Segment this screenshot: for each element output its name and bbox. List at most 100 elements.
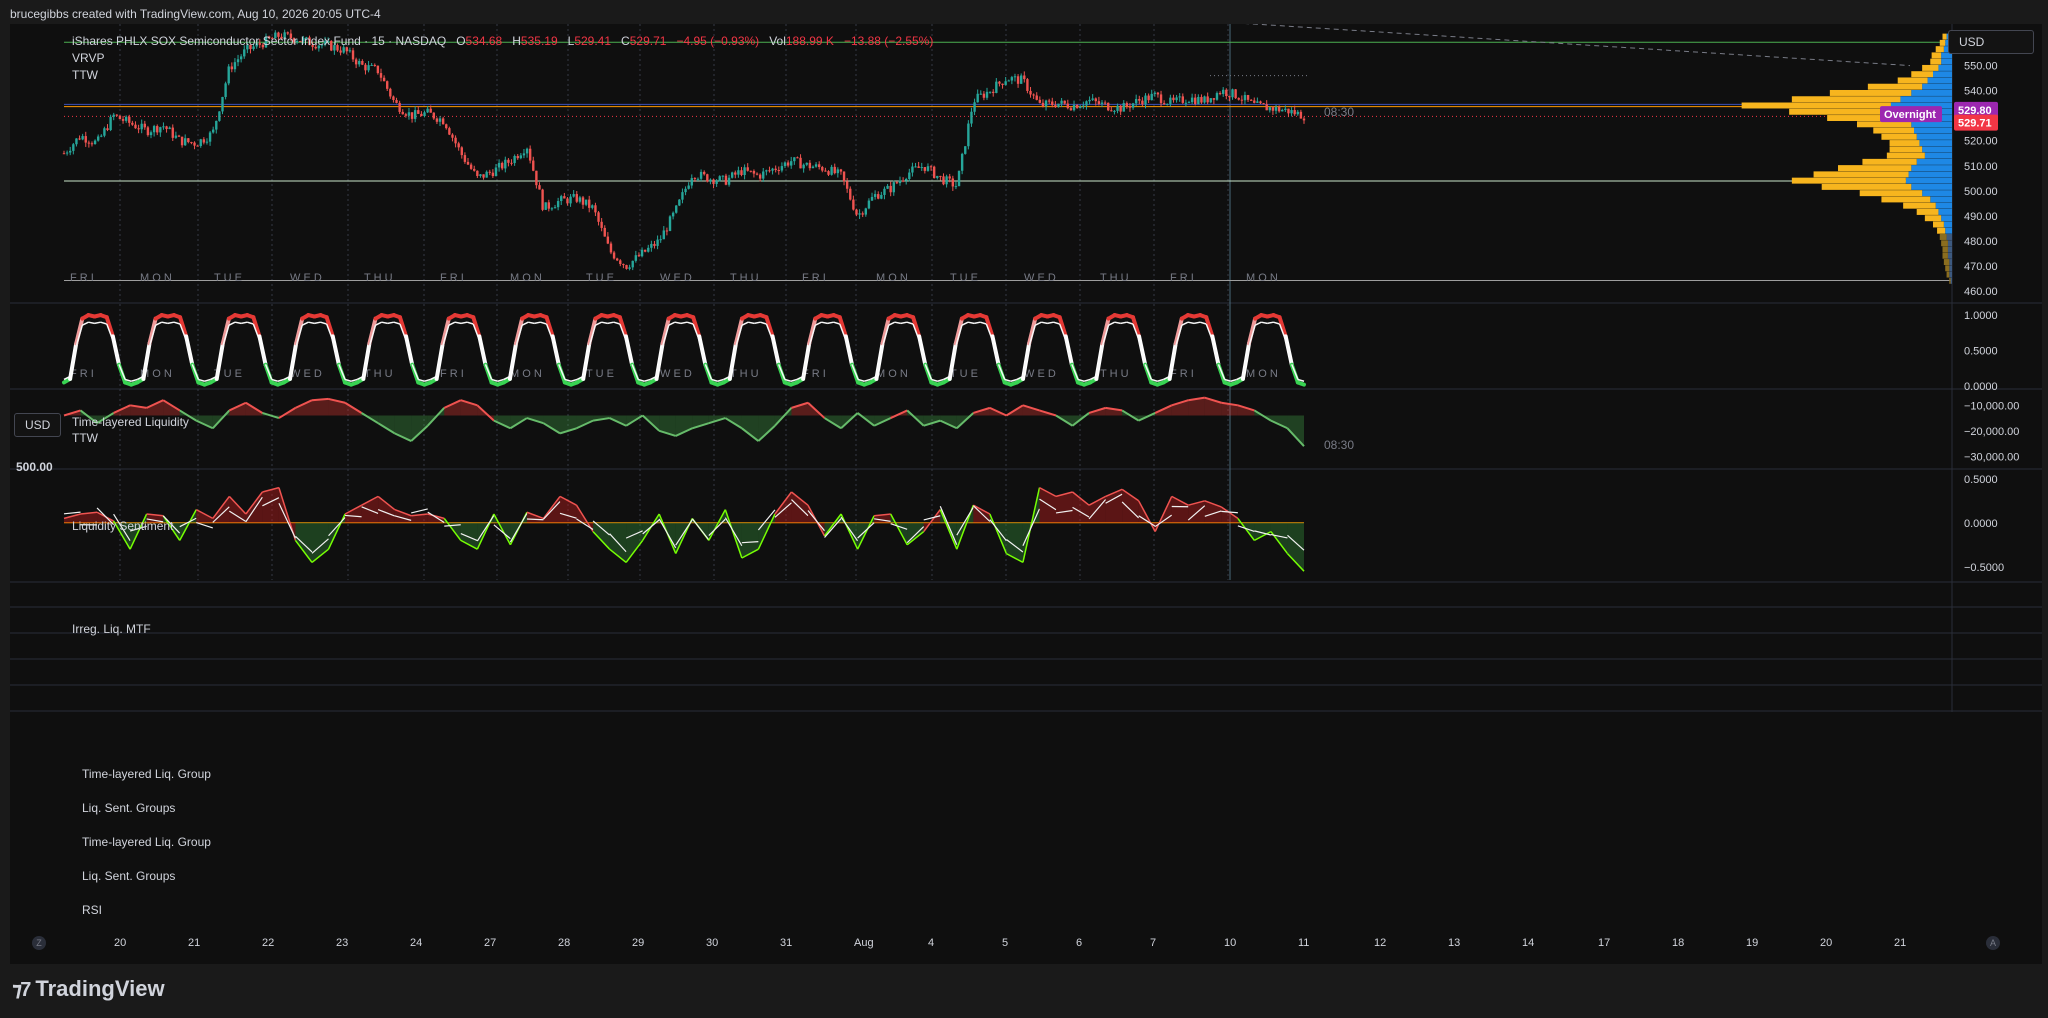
candle-body	[591, 205, 594, 208]
group-row-5[interactable]: RSI	[82, 903, 102, 917]
candle-body	[740, 170, 743, 176]
weekday-label: W E D	[1024, 272, 1056, 284]
candle-body	[109, 116, 112, 131]
candle-body	[936, 175, 939, 178]
date-tick-label: 6	[1076, 937, 1082, 949]
candle-body	[504, 159, 507, 169]
tll-sub[interactable]: TTW	[72, 431, 98, 445]
candle-body	[762, 171, 765, 179]
candle-body	[367, 65, 370, 71]
candle-body	[1041, 102, 1045, 107]
tll-title[interactable]: Time-layered Liquidity	[72, 415, 189, 429]
vp-bar-up	[1946, 234, 1952, 240]
tll-thin-line	[308, 321, 315, 325]
candle-body	[1110, 110, 1113, 112]
candle-body	[578, 197, 582, 202]
candle-body	[696, 178, 700, 180]
weekday-label: T U E	[214, 272, 242, 284]
candle-body	[1277, 106, 1281, 112]
group-row-4[interactable]: Liq. Sent. Groups	[82, 869, 175, 883]
candle-body	[877, 194, 880, 199]
candle-body	[914, 166, 917, 168]
group-row-1[interactable]: Time-layered Liq. Group	[82, 767, 211, 781]
candle-body	[1200, 96, 1203, 103]
candle-body	[354, 59, 358, 65]
vp-bar-up	[1922, 190, 1952, 197]
overlay-vrvp[interactable]: VRVP	[72, 51, 104, 65]
weekday-label-tll: F R I	[1170, 368, 1194, 380]
candle-body	[438, 118, 442, 122]
candle-body	[755, 173, 759, 175]
candle-body	[995, 81, 998, 93]
candle-body	[749, 170, 753, 172]
tll-thin-line	[674, 321, 682, 325]
overlay-ttw[interactable]: TTW	[72, 68, 98, 82]
tll-tick-label: 0.0000	[1964, 381, 1998, 393]
candle-body	[162, 126, 165, 128]
vp-bar-up	[1945, 227, 1952, 234]
chart-canvas[interactable]: 560.00550.00540.00530.00520.00510.00500.…	[10, 24, 2042, 964]
ls-area	[146, 400, 164, 416]
candle-body	[849, 188, 852, 200]
candle-body	[516, 156, 519, 159]
ilm-area	[1270, 522, 1288, 554]
tll-thin-line	[821, 321, 828, 325]
tll-thin-line	[387, 321, 394, 325]
candle-body	[407, 112, 411, 116]
candle-body	[174, 135, 178, 138]
candle-body	[1246, 95, 1250, 100]
auto-scale-icon[interactable]: A	[1986, 936, 2000, 950]
vp-bar-down	[1939, 234, 1947, 240]
candle-body	[584, 199, 588, 205]
tll-thin-line	[88, 321, 95, 325]
candle-body	[1153, 92, 1157, 94]
zoom-reset-icon[interactable]: Z	[32, 936, 46, 950]
candle-body	[1016, 76, 1020, 84]
tll-thin-line	[754, 321, 761, 325]
candle-body	[180, 136, 184, 146]
candle-body	[786, 162, 790, 166]
candle-body	[870, 196, 874, 201]
tll-thin-line	[540, 321, 547, 325]
candle-body	[802, 164, 805, 169]
tll-thin-line	[747, 321, 755, 325]
candle-body	[519, 155, 523, 159]
candle-body	[858, 213, 861, 215]
vp-bar-down	[1942, 246, 1948, 253]
last-price-tag: 529.71	[1958, 118, 1992, 130]
candle-body	[420, 113, 423, 117]
candle-body	[684, 188, 687, 193]
group-row-3[interactable]: Time-layered Liq. Group	[82, 835, 211, 849]
vp-bar-up	[1916, 133, 1952, 140]
candle-body	[758, 174, 762, 179]
weekday-label-tll: W E D	[1024, 368, 1056, 380]
candle-body	[62, 153, 66, 155]
vp-bar-down	[1943, 259, 1950, 266]
candle-body	[81, 136, 84, 140]
candle-body	[137, 128, 140, 130]
tll-thin-line	[613, 321, 621, 325]
candle-body	[706, 174, 709, 182]
candle-body	[976, 93, 979, 103]
chart-frame[interactable]: 560.00550.00540.00530.00520.00510.00500.…	[10, 24, 2042, 964]
candle-body	[1162, 103, 1166, 105]
currency-button-left[interactable]: USD	[14, 413, 62, 437]
candle-body	[631, 260, 634, 268]
symbol-title[interactable]: iShares PHLX SOX Semiconductor Sector In…	[72, 34, 446, 48]
candle-body	[886, 185, 889, 189]
candle-body	[208, 132, 212, 142]
ls-tick-label: −20,000.00	[1964, 426, 2019, 438]
candle-body	[1100, 102, 1104, 104]
currency-button[interactable]: USD	[1948, 30, 2034, 54]
vp-bar-down	[1838, 165, 1912, 172]
candle-body	[678, 199, 681, 206]
candle-body	[373, 64, 376, 66]
weekday-label: T U E	[950, 272, 978, 284]
vp-bar-down	[1867, 83, 1923, 90]
weekday-label: W E D	[290, 272, 322, 284]
candle-body	[522, 153, 526, 156]
group-row-2[interactable]: Liq. Sent. Groups	[82, 801, 175, 815]
candle-body	[1159, 94, 1163, 104]
ls-title[interactable]: Liquidity Sentiment	[72, 519, 173, 533]
ilm-title[interactable]: Irreg. Liq. MTF	[72, 622, 151, 636]
